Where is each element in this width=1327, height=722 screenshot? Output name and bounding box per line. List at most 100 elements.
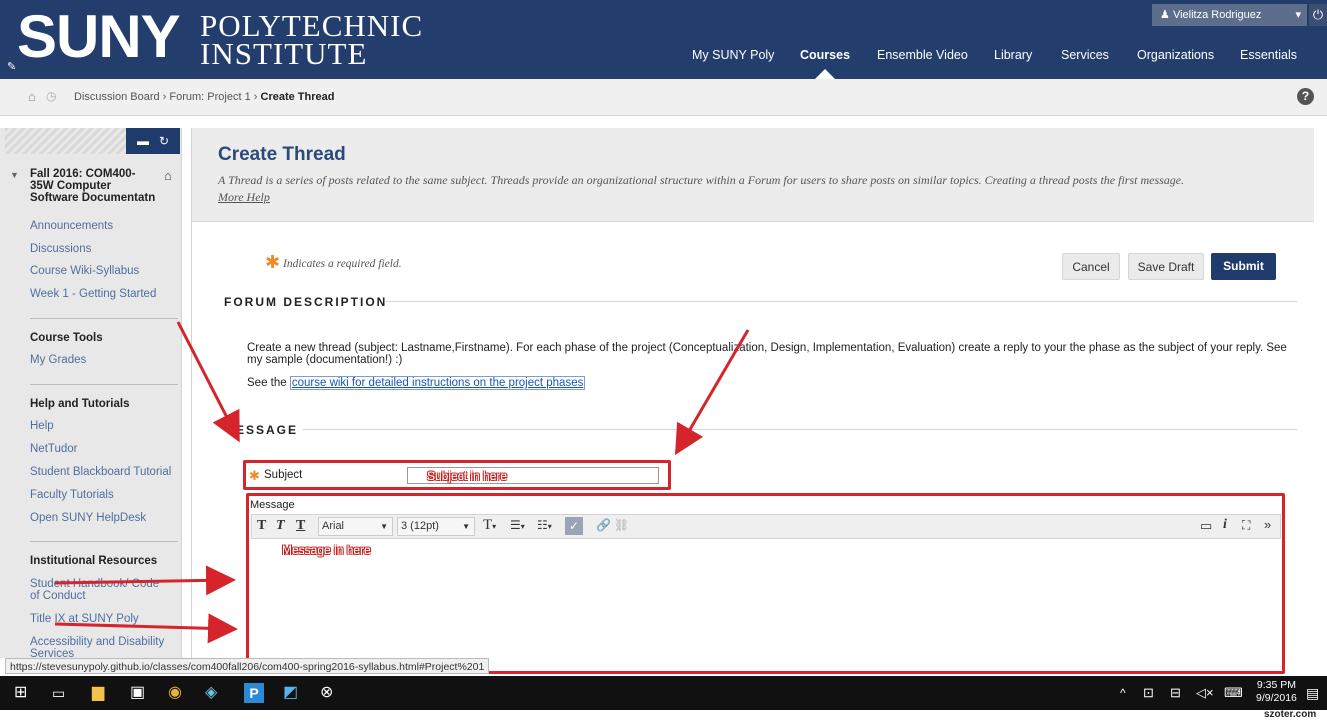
section-help-tutorials: Help and Tutorials — [30, 398, 130, 410]
sidebar-item-open-suny-helpdesk[interactable]: Open SUNY HelpDesk — [30, 512, 146, 524]
nav-my-suny-poly[interactable]: My SUNY Poly — [692, 48, 774, 62]
more-help-link[interactable]: More Help — [218, 190, 270, 204]
paragraph-format-icon[interactable]: T▾ — [483, 517, 496, 534]
volume-icon[interactable]: ◁× — [1196, 683, 1214, 703]
sidebar-item-student-bb-tutorial[interactable]: Student Blackboard Tutorial — [30, 466, 171, 478]
nav-organizations[interactable]: Organizations — [1137, 48, 1214, 62]
status-url-text: https://stevesunypoly.github.io/classes/… — [10, 661, 254, 673]
text-underline-icon[interactable]: T — [296, 518, 305, 534]
edit-icon[interactable]: ✎ — [7, 60, 16, 73]
user-icon: ♟ — [1160, 9, 1170, 21]
sidebar-item-discussions[interactable]: Discussions — [30, 243, 91, 255]
spellcheck-icon[interactable]: ✓ — [565, 517, 583, 535]
divider — [30, 318, 178, 319]
course-title[interactable]: Fall 2016: COM400-35W Computer Software … — [30, 168, 158, 204]
divider — [30, 541, 178, 542]
windows-taskbar — [0, 676, 1327, 710]
feedback-icon[interactable]: ◈ — [205, 683, 217, 703]
clock-time: 9:35 PM — [1256, 679, 1296, 691]
link-icon[interactable]: 🔗 — [596, 518, 611, 532]
section-course-tools: Course Tools — [30, 332, 103, 344]
clock-date: 9/9/2016 — [1256, 692, 1297, 704]
network-icon[interactable]: ⊡ — [1143, 683, 1154, 703]
wifi-icon[interactable]: ⊟ — [1170, 683, 1181, 703]
xbox-icon[interactable]: ⊗ — [320, 683, 333, 703]
breadcrumb: ⌂ ◷ Discussion Board › Forum: Project 1 … — [0, 79, 1327, 116]
unlink-icon[interactable]: ⛓ — [614, 518, 629, 532]
page-title: Create Thread — [218, 144, 346, 165]
expand-toolbar-icon[interactable]: » — [1264, 517, 1271, 532]
sidebar-item-announcements[interactable]: Announcements — [30, 220, 113, 232]
sidebar-item-faculty-tutorials[interactable]: Faculty Tutorials — [30, 489, 114, 501]
folder-view-icon[interactable]: ▬ — [137, 134, 149, 148]
breadcrumb-trail: Discussion Board › Forum: Project 1 › Cr… — [74, 91, 334, 103]
message-editor[interactable]: Message T T T Arial ▼ 3 (12pt) ▼ T▾ ☰▾ ☷… — [246, 493, 1285, 674]
font-family-select[interactable]: Arial ▼ — [318, 517, 393, 536]
file-explorer-icon[interactable]: ▆ — [92, 683, 104, 703]
required-asterisk-icon: ✱ — [265, 252, 281, 272]
chevron-down-icon: ▼ — [462, 522, 470, 531]
course-wiki-link[interactable]: course wiki for detailed instructions on… — [289, 376, 586, 390]
forum-description-text: Create a new thread (subject: Lastname,F… — [247, 342, 1287, 366]
chevron-down-icon: ▾ — [1295, 9, 1301, 21]
clock-icon[interactable]: ◷ — [46, 89, 56, 103]
home-icon[interactable]: ⌂ — [28, 89, 36, 104]
nav-courses[interactable]: Courses — [800, 48, 850, 62]
app-icon[interactable]: ◩ — [283, 683, 298, 703]
sidebar-item-help[interactable]: Help — [30, 420, 54, 432]
sidebar-item-nettudor[interactable]: NetTudor — [30, 443, 78, 455]
sidebar-item-student-handbook[interactable]: Student Handbook/ Code of Conduct — [30, 578, 170, 602]
system-clock[interactable]: 9:35 PM 9/9/2016 — [1256, 679, 1297, 705]
submit-button[interactable]: Submit — [1211, 253, 1276, 280]
sidebar-buttons: ▬ ↻ — [126, 128, 180, 154]
user-menu[interactable]: ♟ Vielitza Rodriguez ▾ — [1152, 4, 1307, 26]
instructions-text: A Thread is a series of posts related to… — [218, 173, 1185, 187]
logout-power-icon[interactable]: ⏻ — [1309, 4, 1327, 26]
nav-library[interactable]: Library — [994, 48, 1032, 62]
task-view-icon[interactable]: ▭ — [52, 683, 65, 703]
chrome-icon[interactable]: ◉ — [168, 683, 182, 703]
save-draft-button[interactable]: Save Draft — [1128, 253, 1204, 280]
sidebar-item-course-wiki[interactable]: Course Wiki-Syllabus — [30, 265, 139, 277]
sidebar-item-my-grades[interactable]: My Grades — [30, 354, 86, 366]
subject-input[interactable]: Subject in here — [407, 467, 659, 484]
divider — [30, 384, 178, 385]
text-italic-icon[interactable]: T — [276, 518, 285, 534]
fullscreen-icon[interactable]: ⛶ — [1242, 518, 1250, 533]
breadcrumb-forum[interactable]: Forum: Project 1 — [169, 91, 250, 103]
logo-institute-name[interactable]: POLYTECHNIC INSTITUTE — [200, 10, 423, 69]
refresh-icon[interactable]: ↻ — [159, 134, 169, 148]
font-size-select[interactable]: 3 (12pt) ▼ — [397, 517, 475, 536]
numbered-list-icon[interactable]: ☷▾ — [537, 518, 552, 532]
logo-suny[interactable]: SUNY — [17, 4, 181, 70]
section-institutional-resources: Institutional Resources — [30, 555, 158, 567]
store-icon[interactable]: ▣ — [130, 683, 145, 703]
required-field-note: Indicates a required field. — [283, 258, 402, 270]
sidebar-item-week-1[interactable]: Week 1 - Getting Started — [30, 288, 156, 300]
sidebar-item-accessibility[interactable]: Accessibility and Disability Services — [30, 636, 180, 660]
breadcrumb-current: Create Thread — [260, 91, 335, 103]
bullet-list-icon[interactable]: ☰▾ — [510, 518, 525, 532]
sidebar-item-title-ix[interactable]: Title IX at SUNY Poly — [30, 613, 139, 625]
course-home-icon[interactable]: ⌂ — [164, 168, 172, 183]
collapse-triangle-icon[interactable]: ▼ — [10, 170, 19, 180]
text-bold-icon[interactable]: T — [257, 518, 266, 534]
nav-services[interactable]: Services — [1061, 48, 1109, 62]
info-icon[interactable]: i — [1223, 517, 1227, 533]
top-header: SUNY POLYTECHNIC INSTITUTE ✎ My SUNY Pol… — [0, 0, 1327, 79]
publisher-icon[interactable]: P — [244, 683, 264, 703]
watermark: szoter.com — [1264, 709, 1317, 720]
keyboard-icon[interactable]: ⌨ — [1224, 683, 1243, 703]
page-header: Create Thread A Thread is a series of po… — [192, 128, 1314, 222]
preview-icon[interactable]: ▭ — [1200, 518, 1212, 534]
required-asterisk-icon: ✱ — [249, 468, 260, 483]
message-label: Message — [250, 499, 295, 511]
cancel-button[interactable]: Cancel — [1062, 253, 1120, 280]
show-hidden-icons[interactable]: ^ — [1120, 683, 1126, 703]
nav-essentials[interactable]: Essentials — [1240, 48, 1297, 62]
notifications-icon[interactable]: ▤ — [1306, 683, 1319, 703]
breadcrumb-discussion-board[interactable]: Discussion Board — [74, 91, 160, 103]
windows-start-icon[interactable]: ⊞ — [14, 683, 27, 703]
help-icon[interactable]: ? — [1297, 88, 1314, 105]
nav-ensemble-video[interactable]: Ensemble Video — [877, 48, 968, 62]
